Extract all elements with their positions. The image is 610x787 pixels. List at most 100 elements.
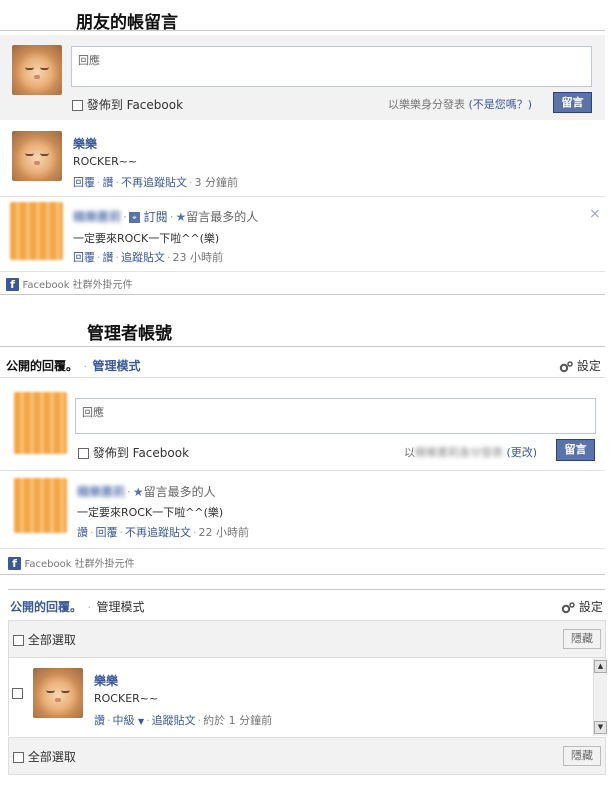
divider: [0, 294, 605, 295]
comment-text: 一定要來ROCK一下啦^^(樂): [77, 506, 224, 519]
submit-comment-button[interactable]: 留言: [556, 439, 595, 461]
submit-comment-button[interactable]: 留言: [553, 92, 592, 113]
comment-header: 韓樂惠莉 · ⌖ 訂閱 · ★留言最多的人: [73, 210, 259, 224]
avatar: [12, 131, 62, 181]
dropdown-arrow-icon: ▼: [138, 717, 145, 726]
star-icon: ★: [132, 485, 144, 499]
settings-label: 設定: [576, 359, 601, 373]
divider: [0, 548, 605, 549]
comment-list: 樂樂 ROCKER~~ 讚 · 中級 ▼ · 追蹤貼文 · 約於 1 分鐘前 ▲ ▼: [8, 658, 607, 736]
comment-tabs: 公開的回覆。 · 管理模式: [10, 600, 145, 614]
reply-link[interactable]: 回覆: [96, 526, 118, 539]
comment-header: 韓樂惠莉 · ★留言最多的人: [77, 485, 216, 499]
bulk-actions-bar-bottom: 全部選取 隱藏: [8, 737, 606, 775]
comment-text: ROCKER~~: [73, 155, 138, 168]
scroll-down-icon[interactable]: ▼: [594, 721, 607, 734]
posting-as-label: 以樂樂身分發表: [388, 98, 465, 111]
avatar: [12, 45, 62, 95]
gear-icon: [561, 601, 575, 613]
scrollbar[interactable]: ▲ ▼: [593, 658, 607, 736]
divider: [0, 574, 605, 575]
plugin-label[interactable]: Facebook 社群外掛元件: [25, 559, 135, 570]
post-to-facebook-option[interactable]: 發佈到 Facebook: [78, 444, 189, 461]
reply-link[interactable]: 回覆: [73, 251, 95, 264]
post-to-facebook-checkbox[interactable]: [78, 448, 89, 459]
moderation-level-dropdown[interactable]: 中級 ▼: [113, 714, 145, 727]
comment-author[interactable]: 韓樂惠莉: [73, 210, 121, 224]
divider: [0, 377, 605, 378]
plugin-footer: f Facebook 社群外掛元件: [8, 555, 135, 570]
settings-button[interactable]: 設定: [561, 598, 603, 615]
follow-post-link[interactable]: 追蹤貼文: [152, 714, 196, 727]
divider: [8, 589, 605, 590]
settings-label: 設定: [578, 600, 603, 614]
bulk-actions-bar-top: 全部選取 隱藏: [8, 620, 606, 658]
like-link[interactable]: 讚: [77, 526, 88, 539]
change-identity-link[interactable]: (更改): [507, 446, 538, 459]
posting-as-name: 韓樂惠莉身分發表: [415, 446, 503, 459]
comment-time: 約於 1 分鐘前: [203, 714, 273, 727]
scroll-up-icon[interactable]: ▲: [594, 660, 607, 673]
tab-public-replies[interactable]: 公開的回覆。: [6, 359, 78, 373]
comment-time: 3 分鐘前: [194, 176, 239, 189]
comment-composer: 回應 發佈到 Facebook 以韓樂惠莉身分發表 (更改) 留言: [0, 382, 605, 470]
comment-item: 韓樂惠莉 · ⌖ 訂閱 · ★留言最多的人 一定要來ROCK一下啦^^(樂) 回覆 · 讚 ·…: [0, 200, 605, 270]
divider: [0, 470, 605, 471]
rss-icon: ⌖: [128, 212, 140, 223]
comment-time: 22 小時前: [198, 526, 250, 539]
comment-author[interactable]: 樂樂: [73, 135, 97, 152]
select-all-label: 全部選取: [27, 633, 76, 647]
plugin-footer: f Facebook 社群外掛元件: [6, 276, 133, 291]
divider: [0, 271, 605, 272]
moderation-level-label: 中級: [112, 714, 135, 727]
follow-post-link[interactable]: 追蹤貼文: [121, 251, 165, 264]
comment-actions: 讚 · 回覆 · 不再追蹤貼文 · 22 小時前: [77, 526, 250, 539]
like-link[interactable]: 讚: [103, 176, 114, 189]
plugin-label[interactable]: Facebook 社群外掛元件: [23, 280, 133, 291]
avatar: [14, 478, 67, 533]
comment-input[interactable]: 回應: [75, 398, 596, 434]
tab-admin-mode[interactable]: 管理模式: [97, 600, 145, 614]
comment-select-checkbox[interactable]: [12, 688, 23, 699]
hide-button[interactable]: 隱藏: [563, 746, 601, 766]
subscribe-link[interactable]: 訂閱: [144, 210, 168, 224]
comment-text: 一定要來ROCK一下啦^^(樂): [73, 232, 220, 245]
posting-as: 以韓樂惠莉身分發表 (更改): [404, 444, 537, 460]
select-all-checkbox[interactable]: [13, 635, 24, 646]
unfollow-post-link[interactable]: 不再追蹤貼文: [121, 176, 187, 189]
post-to-facebook-option[interactable]: 發佈到 Facebook: [72, 96, 183, 113]
select-all-option[interactable]: 全部選取: [13, 631, 76, 648]
comment-author[interactable]: 樂樂: [94, 672, 118, 689]
tab-admin-mode[interactable]: 管理模式: [93, 359, 141, 373]
star-icon: ★: [175, 210, 187, 224]
post-to-facebook-checkbox[interactable]: [72, 100, 83, 111]
select-all-option[interactable]: 全部選取: [13, 748, 76, 765]
comment-input[interactable]: 回應: [71, 46, 592, 87]
reply-link[interactable]: 回覆: [73, 176, 95, 189]
comment-author[interactable]: 韓樂惠莉: [77, 485, 125, 499]
posting-as: 以樂樂身分發表 (不是您嗎？): [388, 96, 532, 112]
not-you-link[interactable]: (不是您嗎？): [469, 98, 533, 111]
select-all-checkbox[interactable]: [13, 752, 24, 763]
divider: [0, 196, 605, 197]
facebook-icon: f: [6, 278, 19, 291]
avatar: [33, 668, 83, 718]
like-link[interactable]: 讚: [103, 251, 114, 264]
tab-public-replies[interactable]: 公開的回覆。: [10, 600, 82, 614]
top-commenter-badge: 留言最多的人: [186, 210, 259, 224]
hide-button[interactable]: 隱藏: [563, 629, 601, 649]
select-all-label: 全部選取: [27, 750, 76, 764]
comment-actions: 讚 · 中級 ▼ · 追蹤貼文 · 約於 1 分鐘前: [94, 714, 273, 727]
avatar: [10, 202, 63, 260]
comment-actions: 回覆 · 讚 · 不再追蹤貼文 · 3 分鐘前: [73, 176, 239, 189]
settings-button[interactable]: 設定: [559, 357, 601, 374]
divider: [0, 30, 605, 31]
close-icon[interactable]: ×: [589, 206, 601, 222]
like-link[interactable]: 讚: [94, 714, 105, 727]
gear-icon: [559, 360, 573, 372]
comment-tabs: 公開的回覆。 · 管理模式: [6, 359, 141, 373]
comment-item: 韓樂惠莉 · ★留言最多的人 一定要來ROCK一下啦^^(樂) 讚 · 回覆 · 不再追蹤貼…: [0, 476, 605, 546]
comment-text: ROCKER~~: [94, 692, 159, 705]
divider: [0, 346, 605, 347]
unfollow-post-link[interactable]: 不再追蹤貼文: [125, 526, 191, 539]
